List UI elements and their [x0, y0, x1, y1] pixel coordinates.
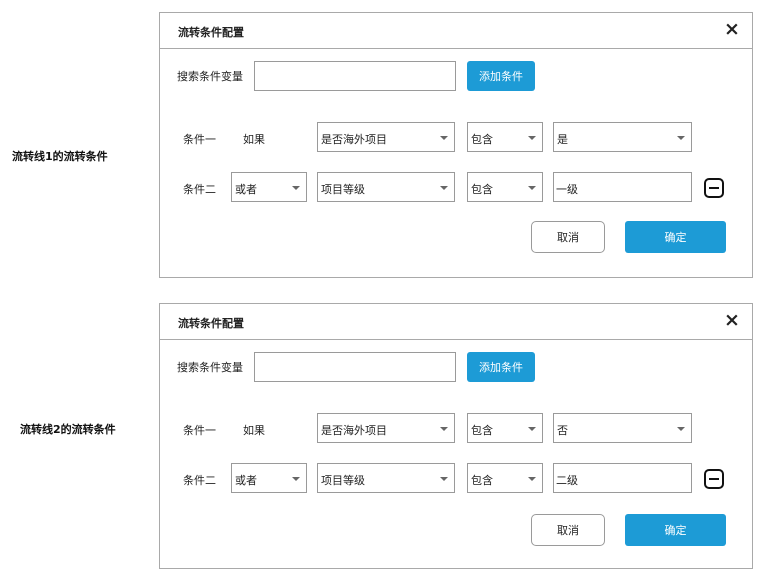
condition-operator-select[interactable]: 包含: [467, 172, 543, 202]
select-value: 包含: [471, 183, 493, 196]
chevron-down-icon: [292, 477, 300, 481]
chevron-down-icon: [440, 427, 448, 431]
condition-label: 条件二: [183, 183, 216, 196]
remove-condition-icon[interactable]: [704, 178, 724, 198]
condition-connector-select[interactable]: 或者: [231, 463, 307, 493]
chevron-down-icon: [528, 427, 536, 431]
chevron-down-icon: [677, 136, 685, 140]
condition-field-select[interactable]: 项目等级: [317, 172, 455, 202]
input-value: 一级: [556, 183, 578, 196]
condition-field-select[interactable]: 项目等级: [317, 463, 455, 493]
close-icon[interactable]: ×: [723, 19, 741, 38]
search-input[interactable]: [254, 61, 456, 91]
dialog-title: 流转条件配置: [178, 317, 244, 330]
select-value: 是否海外项目: [321, 424, 387, 437]
add-condition-button[interactable]: 添加条件: [467, 61, 535, 91]
chevron-down-icon: [677, 427, 685, 431]
dialog-title: 流转条件配置: [178, 26, 244, 39]
input-value: 二级: [556, 474, 578, 487]
condition-label: 条件一: [183, 133, 216, 146]
select-value: 包含: [471, 474, 493, 487]
condition-label: 条件一: [183, 424, 216, 437]
flow-line-1-label: 流转线1的流转条件: [12, 150, 108, 163]
search-label: 搜索条件变量: [177, 70, 243, 83]
chevron-down-icon: [440, 136, 448, 140]
condition-value-input[interactable]: 一级: [553, 172, 692, 202]
cancel-button[interactable]: 取消: [531, 514, 605, 546]
chevron-down-icon: [440, 186, 448, 190]
condition-operator-select[interactable]: 包含: [467, 413, 543, 443]
condition-operator-select[interactable]: 包含: [467, 122, 543, 152]
confirm-button[interactable]: 确定: [625, 514, 726, 546]
select-value: 或者: [235, 474, 257, 487]
select-value: 否: [557, 424, 568, 437]
chevron-down-icon: [528, 186, 536, 190]
remove-condition-icon[interactable]: [704, 469, 724, 489]
condition-field-select[interactable]: 是否海外项目: [317, 413, 455, 443]
chevron-down-icon: [528, 477, 536, 481]
select-value: 包含: [471, 133, 493, 146]
select-value: 项目等级: [321, 474, 365, 487]
confirm-button[interactable]: 确定: [625, 221, 726, 253]
condition-connector-select[interactable]: 或者: [231, 172, 307, 202]
condition-field-select[interactable]: 是否海外项目: [317, 122, 455, 152]
condition-label: 条件二: [183, 474, 216, 487]
dialog-header: 流转条件配置 ×: [160, 13, 752, 49]
condition-value-select[interactable]: 是: [553, 122, 692, 152]
close-icon[interactable]: ×: [723, 310, 741, 329]
select-value: 或者: [235, 183, 257, 196]
select-value: 包含: [471, 424, 493, 437]
chevron-down-icon: [292, 186, 300, 190]
select-value: 是: [557, 133, 568, 146]
search-label: 搜索条件变量: [177, 361, 243, 374]
search-input[interactable]: [254, 352, 456, 382]
flow-line-2-label: 流转线2的流转条件: [20, 423, 116, 436]
chevron-down-icon: [440, 477, 448, 481]
condition-value-select[interactable]: 否: [553, 413, 692, 443]
select-value: 项目等级: [321, 183, 365, 196]
condition-operator-select[interactable]: 包含: [467, 463, 543, 493]
flow-condition-dialog-2: 流转条件配置 × 搜索条件变量 添加条件 条件一 如果 是否海外项目 包含 否 …: [159, 303, 753, 569]
dialog-header: 流转条件配置 ×: [160, 304, 752, 340]
cancel-button[interactable]: 取消: [531, 221, 605, 253]
chevron-down-icon: [528, 136, 536, 140]
condition-value-input[interactable]: 二级: [553, 463, 692, 493]
flow-condition-dialog-1: 流转条件配置 × 搜索条件变量 添加条件 条件一 如果 是否海外项目 包含 是 …: [159, 12, 753, 278]
select-value: 是否海外项目: [321, 133, 387, 146]
add-condition-button[interactable]: 添加条件: [467, 352, 535, 382]
condition-connector-text: 如果: [243, 133, 265, 146]
condition-connector-text: 如果: [243, 424, 265, 437]
